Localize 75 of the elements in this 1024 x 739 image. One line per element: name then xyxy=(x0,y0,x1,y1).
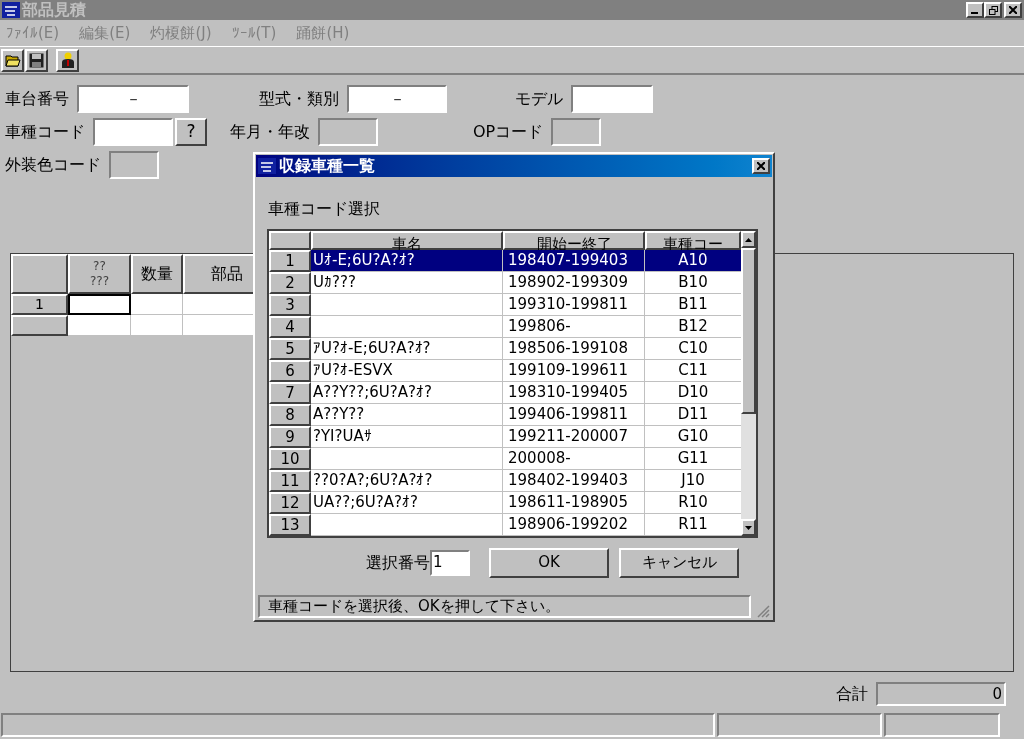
row-header: 1 xyxy=(11,294,68,315)
resize-grip-icon xyxy=(757,605,770,618)
field-label: 車種コード xyxy=(5,121,85,143)
input-field[interactable]: － xyxy=(347,85,447,113)
field-label: OPコード xyxy=(473,121,544,143)
dialog-title: 収録車種一覧 xyxy=(279,155,375,177)
row-number: 1 xyxy=(269,250,311,272)
row-number: 6 xyxy=(269,360,311,382)
grid-cell[interactable] xyxy=(68,294,131,315)
column-header: ?? ??? xyxy=(68,254,131,294)
row-number: 11 xyxy=(269,470,311,492)
table-row[interactable]: 10 200008- G11 xyxy=(269,448,741,470)
total-label: 合計 xyxy=(836,683,868,705)
field-label: 型式・類別 xyxy=(259,88,339,110)
selection-label: 選択番号 xyxy=(366,551,430,574)
scrollbar[interactable] xyxy=(741,231,756,536)
input-field[interactable]: － xyxy=(77,85,189,113)
row-number: 10 xyxy=(269,448,311,470)
table-row[interactable]: 2 Uｶ??? 198902-199309 B10 xyxy=(269,272,741,294)
close-button[interactable] xyxy=(1004,2,1022,18)
table-row[interactable]: 5 ｱU?ｵ-E;6U?A?ｵ? 198506-199108 C10 xyxy=(269,338,741,360)
table-row[interactable]: 11 ??0?A?;6U?A?ｵ? 198402-199403 J10 xyxy=(269,470,741,492)
open-folder-button[interactable] xyxy=(1,48,24,72)
selection-field[interactable]: 1 xyxy=(430,549,470,576)
field-label: 車台番号 xyxy=(5,88,69,110)
minimize-button[interactable] xyxy=(966,2,984,18)
scroll-thumb[interactable] xyxy=(741,248,756,414)
app-icon xyxy=(2,2,20,18)
table-cell: 198906-199202 xyxy=(503,514,645,536)
input-field[interactable] xyxy=(93,118,173,146)
close-icon xyxy=(1009,6,1017,14)
user-button[interactable] xyxy=(56,48,79,72)
row-number: 8 xyxy=(269,404,311,426)
person-icon xyxy=(60,52,75,68)
row-number: 12 xyxy=(269,492,311,514)
up-arrow-icon xyxy=(745,237,752,242)
ok-button[interactable]: OK xyxy=(489,547,609,578)
row-number: 4 xyxy=(269,316,311,338)
close-icon xyxy=(757,162,765,170)
folder-icon xyxy=(4,53,21,67)
table-row[interactable]: 12 UA??;6U?A?ｵ? 198611-198905 R10 xyxy=(269,492,741,514)
row-number: 2 xyxy=(269,272,311,294)
table-row[interactable]: 4 199806- B12 xyxy=(269,316,741,338)
scroll-down-button[interactable] xyxy=(741,519,756,536)
row-number: 7 xyxy=(269,382,311,404)
row-number: 9 xyxy=(269,426,311,448)
table-row[interactable]: 1 Uｵ-E;6U?A?ｵ? 198407-199403 A10 xyxy=(269,250,741,272)
scroll-up-button[interactable] xyxy=(741,231,756,248)
down-arrow-icon xyxy=(745,525,752,530)
table-row[interactable]: 6 ｱU?ｵ-ESVX 199109-199611 C11 xyxy=(269,360,741,382)
save-button[interactable] xyxy=(25,48,48,72)
dialog-status: 車種コードを選択後、OKを押して下さい。 xyxy=(258,595,751,618)
table-row[interactable]: 8 A??Y?? 199406-199811 D11 xyxy=(269,404,741,426)
table-row[interactable]: 9 ?YI?UAｻ 199211-200007 G10 xyxy=(269,426,741,448)
table-row[interactable]: 13 198906-199202 R11 xyxy=(269,514,741,536)
input-field[interactable] xyxy=(571,85,653,113)
table-row[interactable]: 3 199310-199811 B11 xyxy=(269,294,741,316)
cancel-button[interactable]: キャンセル xyxy=(619,547,739,578)
close-button[interactable] xyxy=(752,158,770,174)
row-number: 13 xyxy=(269,514,311,536)
table-row[interactable]: 7 A??Y??;6U?A?ｵ? 198310-199405 D10 xyxy=(269,382,741,404)
row-number: 5 xyxy=(269,338,311,360)
window-title: 部品見積 xyxy=(22,0,86,21)
restore-button[interactable] xyxy=(984,2,1002,18)
field-label: 年月・年改 xyxy=(230,121,310,143)
field-label: モデル xyxy=(515,88,563,110)
floppy-icon xyxy=(29,52,44,68)
app-icon xyxy=(258,158,276,174)
field-label: 外装色コード xyxy=(5,154,101,176)
column-header: 数量 xyxy=(131,254,183,294)
restore-icon xyxy=(988,5,998,15)
total-field: 0 xyxy=(876,682,1006,706)
row-number: 3 xyxy=(269,294,311,316)
dialog-subtitle: 車種コード選択 xyxy=(268,198,380,220)
help-button[interactable]: ? xyxy=(175,118,207,146)
